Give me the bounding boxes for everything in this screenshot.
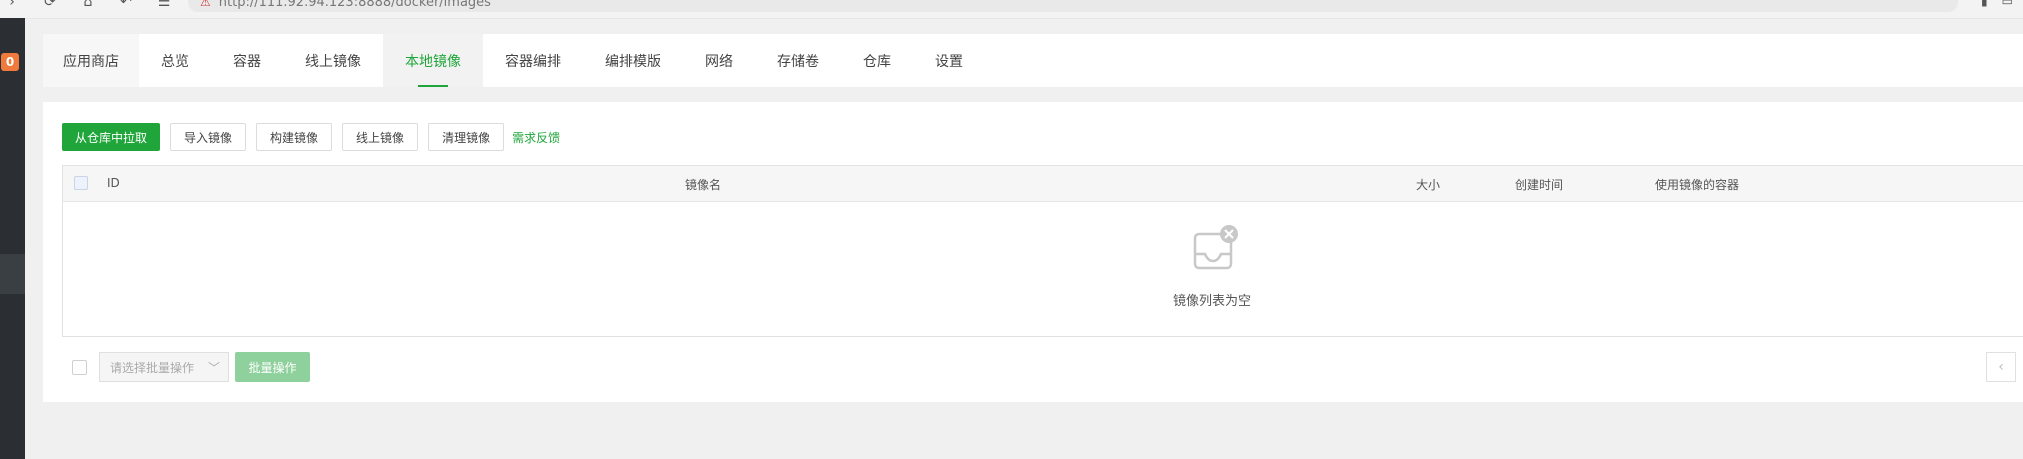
reload-icon[interactable]: ⟳	[42, 0, 58, 12]
browser-right-icons: ▮ ▭	[1981, 0, 2013, 8]
clean-images-button[interactable]: 清理镜像	[428, 123, 505, 151]
build-image-button[interactable]: 构建镜像	[256, 123, 333, 151]
tab-compose-templates[interactable]: 编排模版	[583, 34, 683, 87]
column-used-by-containers[interactable]: 使用镜像的容器	[1655, 176, 1739, 193]
tab-overview[interactable]: 总览	[139, 34, 211, 87]
tab-registry[interactable]: 仓库	[841, 34, 913, 87]
batch-action-placeholder: 请选择批量操作	[110, 360, 195, 375]
images-table: ID 镜像名 大小 创建时间 使用镜像的容器 镜像列表为空	[62, 165, 2023, 337]
column-size[interactable]: 大小	[1416, 176, 1440, 193]
table-footer: 请选择批量操作 ﹀ 批量操作 ‹ 1	[62, 352, 2023, 382]
tab-volumes[interactable]: 存储卷	[755, 34, 841, 87]
menu-icon[interactable]: ☰	[156, 0, 172, 12]
table-header: ID 镜像名 大小 创建时间 使用镜像的容器	[63, 166, 2023, 202]
footer-select-checkbox[interactable]	[72, 360, 87, 375]
window-icon[interactable]: ▭	[2002, 0, 2013, 8]
extension-icon[interactable]: ▮	[1981, 0, 1988, 8]
browser-nav-icons: › ⟳ ⌂ ↶ ☰	[4, 0, 172, 12]
tab-online-images[interactable]: 线上镜像	[283, 34, 383, 87]
address-bar[interactable]: ⚠ http://111.92.94.123:8888/docker/image…	[188, 0, 1958, 12]
pagination-prev-button[interactable]: ‹	[1986, 352, 2016, 382]
sidebar-active-item[interactable]	[0, 254, 25, 294]
column-image-name[interactable]: 镜像名	[685, 176, 721, 193]
online-images-button[interactable]: 线上镜像	[342, 123, 419, 151]
url-text: http://111.92.94.123:8888/docker/images	[218, 0, 491, 10]
docker-tabs: 应用商店 总览 容器 线上镜像 本地镜像 容器编排 编排模版 网络 存储卷 仓库…	[43, 34, 2023, 87]
empty-state: 镜像列表为空	[63, 202, 2023, 337]
tab-app-store[interactable]: 应用商店	[43, 34, 139, 87]
undo-icon[interactable]: ↶	[118, 0, 134, 12]
browser-toolbar: › ⟳ ⌂ ↶ ☰ ⚠ http://111.92.94.123:8888/do…	[0, 0, 2023, 19]
insecure-icon: ⚠	[200, 0, 211, 9]
import-image-button[interactable]: 导入镜像	[170, 123, 247, 151]
forward-icon[interactable]: ›	[4, 0, 20, 12]
select-all-checkbox[interactable]	[74, 176, 88, 190]
feedback-link[interactable]: 需求反馈	[512, 129, 560, 146]
tab-network[interactable]: 网络	[683, 34, 755, 87]
tab-compose[interactable]: 容器编排	[483, 34, 583, 87]
notification-badge[interactable]: 0	[1, 53, 19, 71]
tab-local-images[interactable]: 本地镜像	[383, 34, 483, 87]
empty-inbox-icon	[1193, 225, 1238, 270]
toolbar: 从仓库中拉取 导入镜像 构建镜像 线上镜像 清理镜像 需求反馈	[62, 123, 560, 151]
tab-settings[interactable]: 设置	[913, 34, 985, 87]
chevron-down-icon: ﹀	[207, 361, 220, 375]
column-id[interactable]: ID	[107, 176, 120, 190]
sidebar: 0	[0, 18, 25, 459]
pull-from-registry-button[interactable]: 从仓库中拉取	[62, 123, 161, 151]
images-panel: 从仓库中拉取 导入镜像 构建镜像 线上镜像 清理镜像 需求反馈 ID 镜像名 大…	[43, 102, 2023, 402]
empty-text: 镜像列表为空	[1173, 294, 1252, 309]
chevron-left-icon: ‹	[1998, 359, 2004, 375]
home-icon[interactable]: ⌂	[80, 0, 96, 12]
column-created-time[interactable]: 创建时间	[1515, 176, 1563, 193]
batch-action-button[interactable]: 批量操作	[235, 352, 310, 382]
tab-containers[interactable]: 容器	[211, 34, 283, 87]
batch-action-select[interactable]: 请选择批量操作 ﹀	[99, 352, 229, 382]
